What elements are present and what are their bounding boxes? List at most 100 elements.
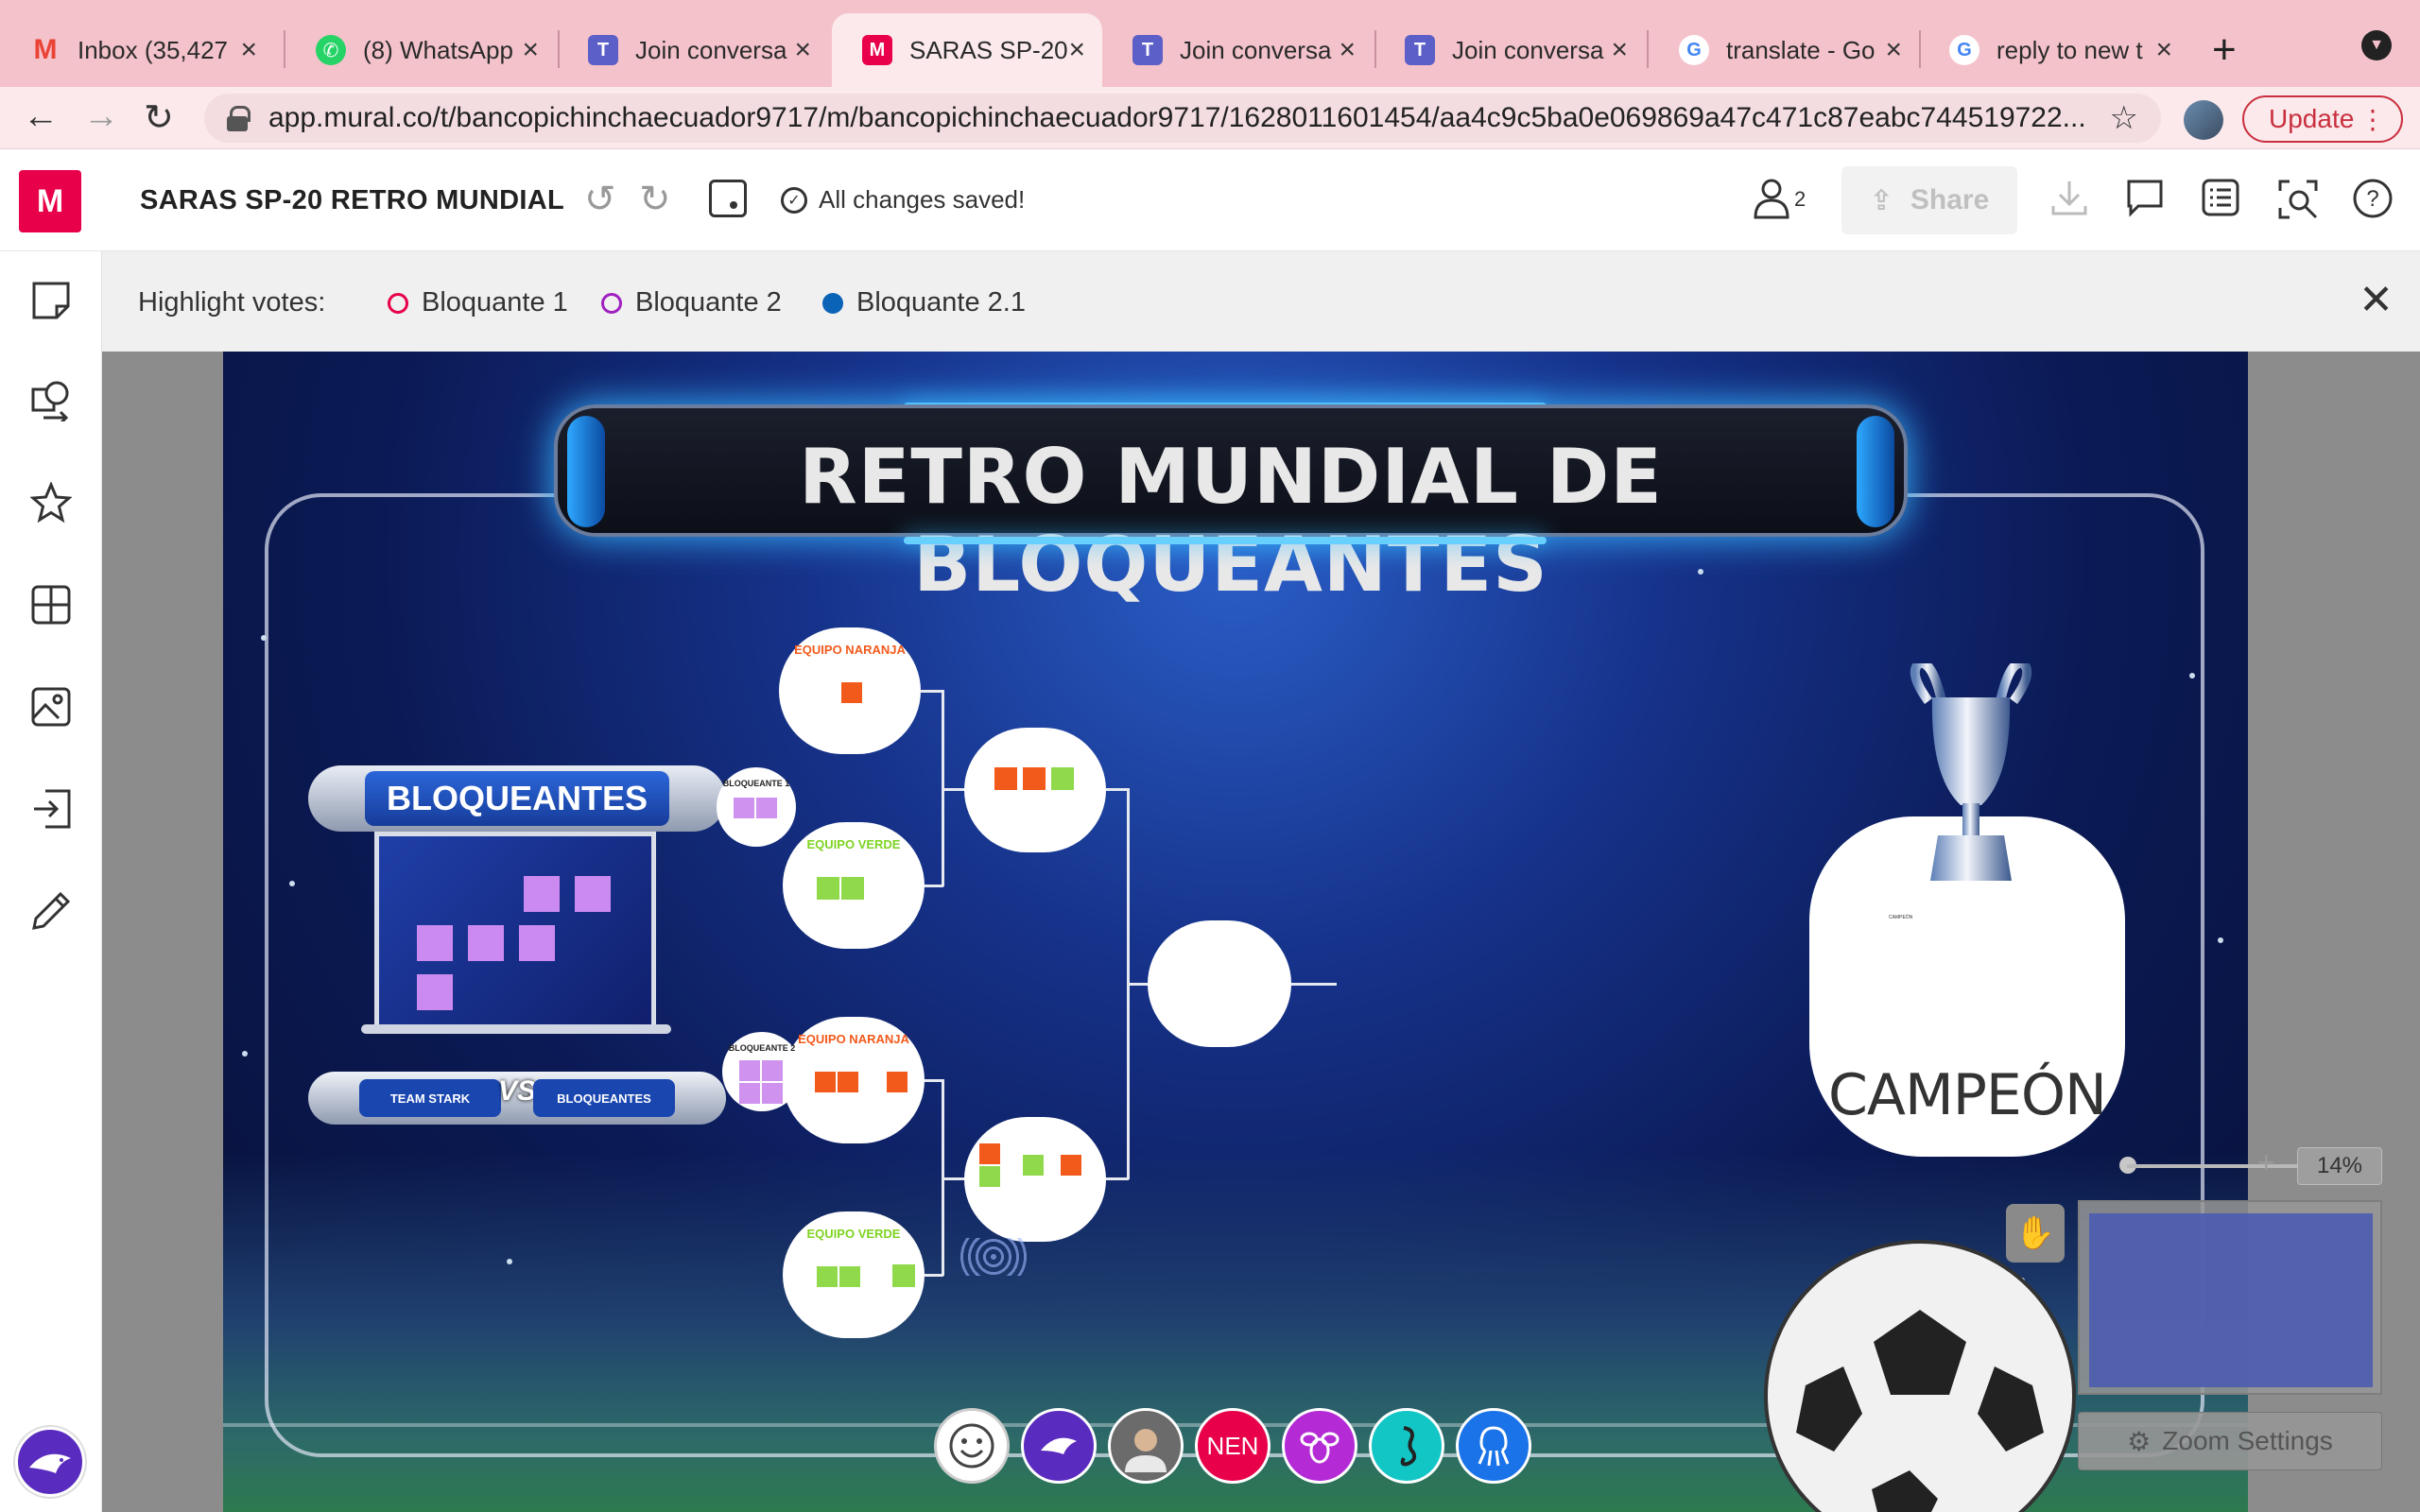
close-tab-icon[interactable]: × bbox=[1885, 34, 1902, 66]
hand-tool-icon[interactable]: ✋ bbox=[2006, 1204, 2065, 1263]
help-icon[interactable]: ? bbox=[2352, 178, 2394, 229]
scoreboard-header[interactable]: BLOQUEANTES bbox=[308, 765, 726, 832]
templates-icon[interactable] bbox=[30, 584, 72, 626]
browser-tab[interactable]: T Join conversa × bbox=[558, 13, 828, 87]
close-icon[interactable]: ✕ bbox=[2359, 276, 2394, 324]
seahorse-avatar[interactable] bbox=[1369, 1408, 1444, 1484]
title-banner[interactable]: RETRO MUNDIAL DE BLOQUEANTES bbox=[554, 404, 1908, 609]
sticky-note[interactable] bbox=[817, 1266, 838, 1287]
profile-avatar[interactable] bbox=[2184, 100, 2223, 140]
search-board-icon[interactable] bbox=[2276, 178, 2320, 231]
sticky-note[interactable] bbox=[519, 925, 555, 961]
close-tab-icon[interactable]: × bbox=[1068, 34, 1085, 66]
sticky-note[interactable] bbox=[1051, 767, 1074, 790]
vote-filter-bloquante-2[interactable]: Bloquante 2 bbox=[601, 287, 782, 318]
sticky-note[interactable] bbox=[524, 876, 560, 912]
sticky-note[interactable] bbox=[417, 974, 453, 1010]
sticky-note[interactable] bbox=[1061, 1155, 1081, 1176]
star-icon[interactable] bbox=[29, 481, 73, 524]
mural-canvas[interactable]: RETRO MUNDIAL DE BLOQUEANTES BLOQUEANTES… bbox=[102, 352, 2420, 1512]
sticky-note[interactable] bbox=[887, 1072, 908, 1092]
close-tab-icon[interactable]: × bbox=[240, 34, 257, 66]
shark-avatar[interactable] bbox=[1021, 1408, 1097, 1484]
zoom-in-icon[interactable]: + bbox=[2257, 1145, 2275, 1180]
sticky-note[interactable] bbox=[841, 682, 862, 703]
browser-tab[interactable]: G reply to new t × bbox=[1919, 13, 2189, 87]
minimap[interactable] bbox=[2078, 1200, 2382, 1395]
bracket-semifinal-2[interactable] bbox=[964, 1117, 1106, 1242]
sticky-note[interactable] bbox=[734, 798, 754, 818]
retro-board[interactable]: RETRO MUNDIAL DE BLOQUEANTES BLOQUEANTES… bbox=[223, 352, 2248, 1512]
sticky-note[interactable] bbox=[739, 1060, 760, 1081]
zoom-settings-button[interactable]: ⚙ Zoom Settings bbox=[2078, 1412, 2382, 1470]
comments-icon[interactable] bbox=[2125, 178, 2165, 227]
browser-tab[interactable]: ✆ (8) WhatsApp × bbox=[285, 13, 556, 87]
sticky-note-icon[interactable] bbox=[30, 280, 72, 321]
bracket-slot-naranja-1[interactable]: EQUIPO NARANJA bbox=[779, 627, 921, 754]
bracket-slot-verde-1[interactable]: EQUIPO VERDE bbox=[783, 822, 925, 949]
sticky-note[interactable] bbox=[979, 1143, 1000, 1164]
collaborators-icon[interactable] bbox=[1753, 178, 1790, 229]
reload-icon[interactable]: ↻ bbox=[144, 96, 174, 139]
close-tab-icon[interactable]: × bbox=[1611, 34, 1628, 66]
bee-avatar[interactable] bbox=[1282, 1408, 1357, 1484]
browser-tab[interactable]: G translate - Go × bbox=[1649, 13, 1919, 87]
sticky-note[interactable] bbox=[417, 925, 453, 961]
smiley-avatar[interactable] bbox=[934, 1408, 1010, 1484]
octopus-avatar[interactable] bbox=[1456, 1408, 1531, 1484]
address-bar[interactable]: app.mural.co/t/bancopichinchaecuador9717… bbox=[204, 94, 2161, 143]
sticky-note[interactable] bbox=[994, 767, 1017, 790]
sticky-note[interactable] bbox=[817, 877, 839, 900]
update-button[interactable]: Update ⋮ bbox=[2242, 95, 2403, 143]
sticky-note[interactable] bbox=[838, 1072, 858, 1092]
vote-filter-bloquante-1[interactable]: Bloquante 1 bbox=[388, 287, 568, 318]
shapes-icon[interactable] bbox=[30, 380, 72, 425]
user-avatar-shark[interactable] bbox=[15, 1427, 85, 1497]
sticky-note[interactable] bbox=[762, 1060, 783, 1081]
sticky-note[interactable] bbox=[841, 877, 864, 900]
bloqueante-1-badge[interactable]: BLOQUEANTE 1 bbox=[717, 767, 796, 847]
share-button[interactable]: ⇪ Share bbox=[1841, 166, 2017, 234]
close-tab-icon[interactable]: × bbox=[2155, 34, 2172, 66]
bracket-slot-verde-2[interactable]: EQUIPO VERDE bbox=[783, 1211, 925, 1338]
mural-logo[interactable]: M bbox=[19, 170, 81, 232]
forward-icon[interactable]: → bbox=[83, 96, 119, 137]
close-tab-icon[interactable]: × bbox=[522, 34, 539, 66]
sticky-note[interactable] bbox=[1023, 767, 1046, 790]
bracket-final[interactable] bbox=[1148, 920, 1291, 1047]
bloqueante-2-badge[interactable]: BLOQUEANTE 2 bbox=[722, 1032, 802, 1111]
sticky-note[interactable] bbox=[815, 1072, 836, 1092]
match-scoreboard[interactable]: TEAM STARK VS BLOQUEANTES bbox=[308, 1072, 726, 1125]
bracket-slot-naranja-2[interactable]: EQUIPO NARANJA bbox=[783, 1017, 925, 1143]
pen-icon[interactable] bbox=[30, 890, 72, 932]
download-icon[interactable] bbox=[2049, 178, 2089, 227]
redo-icon[interactable]: ↻ bbox=[639, 178, 671, 221]
image-icon[interactable] bbox=[30, 686, 72, 728]
bookmark-star-icon[interactable]: ☆ bbox=[2110, 99, 2138, 137]
undo-icon[interactable]: ↺ bbox=[584, 178, 616, 221]
scoreboard-screen[interactable] bbox=[374, 832, 656, 1034]
nen-avatar[interactable]: NEN bbox=[1195, 1408, 1270, 1484]
back-icon[interactable]: ← bbox=[23, 96, 59, 137]
sticky-note[interactable] bbox=[762, 1083, 783, 1104]
new-tab-icon[interactable]: + bbox=[2212, 26, 2237, 74]
sticky-note[interactable] bbox=[1023, 1155, 1044, 1176]
close-tab-icon[interactable]: × bbox=[794, 34, 811, 66]
sticky-note[interactable] bbox=[575, 876, 611, 912]
browser-tab[interactable]: M Inbox (35,427 × bbox=[0, 13, 274, 87]
focus-mode-icon[interactable] bbox=[709, 180, 747, 217]
outline-icon[interactable] bbox=[2201, 178, 2240, 227]
vote-filter-bloquante-2-1[interactable]: Bloquante 2.1 bbox=[822, 287, 1026, 318]
browser-tab[interactable]: T Join conversa × bbox=[1374, 13, 1645, 87]
sticky-note[interactable] bbox=[839, 1266, 860, 1287]
bracket-semifinal-1[interactable] bbox=[964, 728, 1106, 852]
sticky-note[interactable] bbox=[756, 798, 777, 818]
browser-tab-active[interactable]: M SARAS SP-20 × bbox=[832, 13, 1102, 87]
mural-title[interactable]: SARAS SP-20 RETRO MUNDIAL bbox=[140, 185, 564, 216]
browser-tab[interactable]: T Join conversa × bbox=[1102, 13, 1373, 87]
tab-search-icon[interactable]: ▼ bbox=[2361, 30, 2392, 60]
sticky-note[interactable] bbox=[979, 1166, 1000, 1187]
zoom-percentage[interactable]: 14% bbox=[2297, 1147, 2382, 1185]
sticky-note[interactable] bbox=[468, 925, 504, 961]
sticky-note[interactable] bbox=[739, 1083, 760, 1104]
